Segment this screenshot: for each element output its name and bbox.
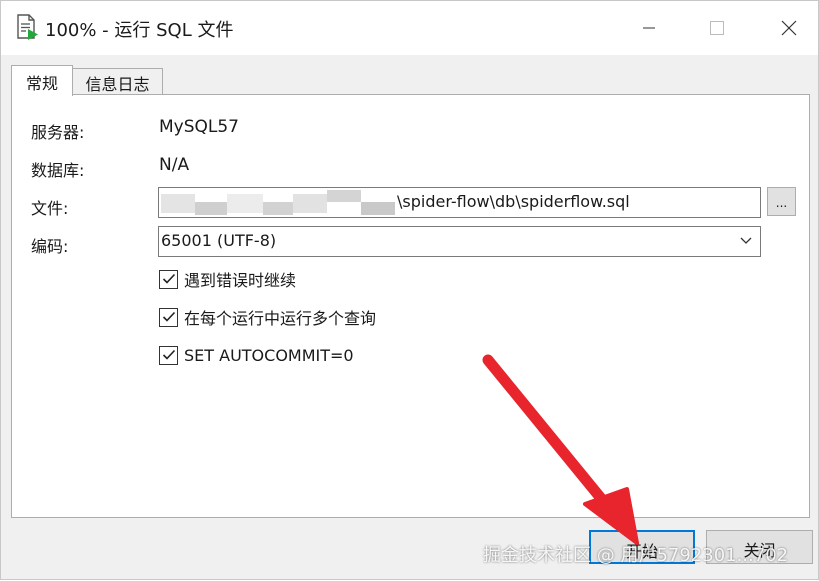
general-panel: 服务器: MySQL57 数据库: N/A 文件: \spider-flow\d… bbox=[11, 94, 810, 518]
tab-general[interactable]: 常规 bbox=[11, 65, 73, 96]
server-value: MySQL57 bbox=[159, 117, 240, 137]
encoding-select[interactable]: 65001 (UTF-8) bbox=[158, 226, 761, 257]
window-title: 100% - 运行 SQL 文件 bbox=[45, 20, 234, 41]
chevron-down-icon bbox=[740, 237, 752, 244]
run-sql-file-dialog: 100% - 运行 SQL 文件 常规 信息日志 服务器: MySQL57 数据… bbox=[0, 0, 819, 580]
option-continue-on-error[interactable]: 遇到错误时继续 bbox=[159, 268, 296, 290]
option-multiple-queries[interactable]: 在每个运行中运行多个查询 bbox=[159, 306, 376, 328]
redacted-path-segment bbox=[327, 190, 361, 202]
window-close-button[interactable] bbox=[766, 1, 812, 55]
checkbox-autocommit[interactable] bbox=[159, 345, 178, 365]
checkmark-icon bbox=[162, 311, 175, 322]
encoding-value: 65001 (UTF-8) bbox=[161, 231, 277, 250]
run-sql-file-icon bbox=[17, 14, 38, 40]
option-autocommit[interactable]: SET AUTOCOMMIT=0 bbox=[159, 344, 354, 366]
encoding-label: 编码: bbox=[31, 237, 69, 256]
browse-button[interactable]: ... bbox=[767, 187, 796, 216]
redacted-path-segment bbox=[161, 194, 195, 213]
option-label: 遇到错误时继续 bbox=[184, 271, 297, 290]
redacted-path-segment bbox=[293, 194, 327, 213]
tab-message-log[interactable]: 信息日志 bbox=[73, 68, 163, 95]
start-button[interactable]: 开始 bbox=[589, 530, 695, 564]
checkbox-multiple-queries[interactable] bbox=[159, 307, 178, 327]
maximize-button[interactable] bbox=[694, 1, 740, 55]
maximize-icon bbox=[710, 21, 724, 35]
title-bar[interactable]: 100% - 运行 SQL 文件 bbox=[1, 1, 818, 55]
file-path-input[interactable]: \spider-flow\db\spiderflow.sql bbox=[158, 187, 761, 218]
file-path-text: \spider-flow\db\spiderflow.sql bbox=[397, 192, 630, 211]
close-button[interactable]: 关闭 bbox=[706, 530, 813, 564]
database-label: 数据库: bbox=[31, 161, 85, 180]
database-value: N/A bbox=[159, 155, 190, 175]
server-label: 服务器: bbox=[31, 123, 85, 142]
option-label: 在每个运行中运行多个查询 bbox=[184, 309, 377, 328]
redacted-path-segment bbox=[361, 202, 395, 215]
close-icon bbox=[781, 20, 797, 36]
minimize-button[interactable] bbox=[626, 1, 672, 55]
checkmark-icon bbox=[162, 273, 175, 284]
redacted-path-segment bbox=[195, 202, 227, 215]
checkbox-continue-on-error[interactable] bbox=[159, 269, 178, 289]
option-label: SET AUTOCOMMIT=0 bbox=[184, 345, 354, 365]
file-label: 文件: bbox=[31, 199, 69, 218]
minimize-icon bbox=[643, 27, 655, 29]
redacted-path-segment bbox=[227, 194, 263, 213]
redacted-path-segment bbox=[263, 202, 293, 215]
checkmark-icon bbox=[162, 349, 175, 360]
